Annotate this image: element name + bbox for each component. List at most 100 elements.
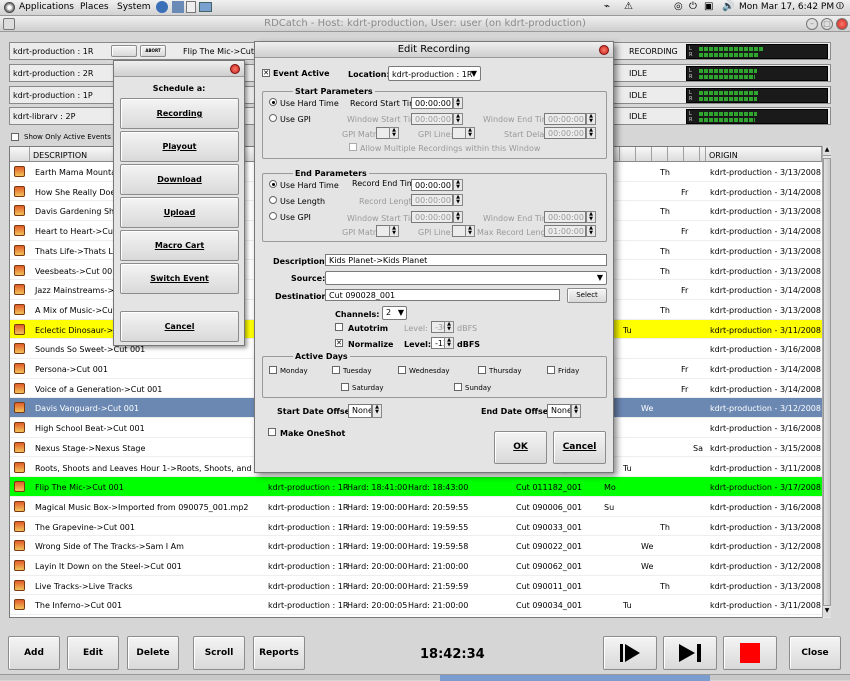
show-active-checkbox[interactable] [11,133,19,141]
menu-applications[interactable]: Applications [19,2,74,12]
monday-checkbox[interactable] [269,366,277,374]
schedule-cancel-button[interactable]: Cancel [120,311,239,342]
table-row[interactable]: Magical Music Box->Imported from 090075_… [10,497,830,517]
schedule-download-button[interactable]: Download [120,164,239,195]
location-select[interactable]: kdrt-production : 1R ▼ [388,66,481,81]
end-gpi-line-input[interactable] [452,225,466,237]
gnome-foot-icon[interactable] [4,2,15,13]
window-start-time-input[interactable]: 00:00:00 [411,113,453,125]
ok-button[interactable]: OK [494,431,547,464]
start-delay-input[interactable]: 00:00:00 [544,127,586,139]
reports-button[interactable]: Reports [253,636,305,670]
window-end-time-input[interactable]: 00:00:00 [544,113,586,125]
menu-system[interactable]: System [117,2,151,12]
scroll-down-icon[interactable]: ▼ [823,607,831,617]
spinner[interactable]: ▲ ▼ [571,404,581,418]
record-start-time-input[interactable]: 00:00:00 [411,97,453,109]
end-use-length-radio[interactable] [269,196,277,204]
end-window-end-input[interactable]: 00:00:00 [544,211,586,223]
scroll-up-icon[interactable]: ▲ [823,146,831,156]
browser-icon[interactable] [156,1,168,13]
spinner[interactable]: ▲ ▼ [444,337,454,349]
network-icon[interactable]: ⌁ [604,1,610,12]
scroll-thumb[interactable] [823,158,831,606]
shutdown-icon[interactable]: ⏼ [836,1,844,12]
record-length-input[interactable]: 00:00:00 [411,194,453,206]
start-date-offset-input[interactable]: None [348,404,372,418]
stop-button[interactable] [723,636,777,670]
column-header-day[interactable] [620,147,636,162]
start-use-hard-time-radio[interactable] [269,98,277,106]
column-header-day[interactable] [668,147,684,162]
gpi-matrix-input[interactable] [376,127,390,139]
spinner[interactable]: ▲ ▼ [389,127,399,139]
end-use-hard-time-radio[interactable] [269,180,277,188]
deck-monitor-button[interactable] [111,45,137,57]
table-row[interactable]: The Inferno->Cut 001 kdrt-production : 1R… [10,595,830,616]
folder-icon[interactable] [199,2,212,12]
start-use-gpi-radio[interactable] [269,114,277,122]
spinner[interactable]: ▲ ▼ [453,113,463,125]
edit-button[interactable]: Edit [67,636,119,670]
start-time-spinner[interactable]: ▲ ▼ [453,97,463,109]
normalize-checkbox[interactable]: ✕ [335,339,343,347]
saturday-checkbox[interactable] [341,383,349,391]
schedule-upload-button[interactable]: Upload [120,197,239,228]
column-header-day[interactable] [636,147,652,162]
sunday-checkbox[interactable] [454,383,462,391]
schedule-switch-event-button[interactable]: Switch Event [120,263,239,294]
spinner[interactable]: ▲ ▼ [586,113,596,125]
description-input[interactable]: Kids Planet->Kids Planet [325,254,607,266]
select-destination-button[interactable]: Select [567,288,607,303]
maximize-icon[interactable]: □ [821,18,833,30]
spinner[interactable]: ▲ ▼ [389,225,399,237]
tuesday-checkbox[interactable] [332,366,340,374]
allow-multiple-checkbox[interactable] [349,143,357,151]
column-header-day[interactable] [684,147,700,162]
update-icon[interactable]: ⚠ [624,1,633,12]
spinner[interactable]: ▲ ▼ [453,194,463,206]
destination-input[interactable]: Cut 090028_001 [325,289,560,301]
table-row[interactable]: Layin It Down on the Steel->Cut 001 kdrt-… [10,556,830,576]
gpi-line-input[interactable] [452,127,466,139]
end-window-start-input[interactable]: 00:00:00 [411,211,453,223]
friday-checkbox[interactable] [547,366,555,374]
panel-clock[interactable]: Mon Mar 17, 6:42 PM [739,2,834,12]
spinner[interactable]: ▲ ▼ [372,404,382,418]
schedule-playout-button[interactable]: Playout [120,131,239,162]
spinner[interactable]: ▲ ▼ [465,127,475,139]
menu-places[interactable]: Places [80,2,109,12]
normalize-level-input[interactable]: -13 [431,337,445,349]
volume-icon[interactable]: 🔊 [722,1,734,12]
end-time-spinner[interactable]: ▲ ▼ [453,179,463,191]
vertical-scrollbar[interactable]: ▲ ▼ [822,146,831,618]
next-button[interactable] [663,636,717,670]
taskbar-window-button[interactable] [440,675,710,681]
power-icon[interactable]: ⏻ [689,1,697,12]
channels-select[interactable]: 2 ▼ [382,306,407,320]
spinner[interactable]: ▲ ▼ [465,225,475,237]
record-end-time-input[interactable]: 00:00:00 [411,179,453,191]
spinner[interactable]: ▲ ▼ [453,211,463,223]
minimize-icon[interactable]: – [806,18,818,30]
window-menu-icon[interactable] [3,18,15,30]
close-button[interactable]: Close [789,636,841,670]
delete-button[interactable]: Delete [127,636,179,670]
wednesday-checkbox[interactable] [398,366,406,374]
table-row[interactable]: Live Tracks->Live Tracks kdrt-production … [10,576,830,596]
autotrim-checkbox[interactable] [335,323,343,331]
spinner[interactable]: ▲ ▼ [586,211,596,223]
end-use-gpi-radio[interactable] [269,212,277,220]
spinner[interactable]: ▲ ▼ [586,225,596,237]
end-gpi-matrix-input[interactable] [376,225,390,237]
close-icon[interactable] [599,45,609,55]
help-icon[interactable]: ◎ [674,1,683,12]
editor-icon[interactable] [186,1,196,13]
spinner[interactable]: ▲ ▼ [586,127,596,139]
cancel-button[interactable]: Cancel [553,431,606,464]
make-oneshot-checkbox[interactable] [268,428,276,436]
display-icon[interactable]: ▣ [704,1,713,12]
scroll-button[interactable]: Scroll [193,636,245,670]
add-button[interactable]: Add [8,636,60,670]
play-button[interactable] [603,636,657,670]
